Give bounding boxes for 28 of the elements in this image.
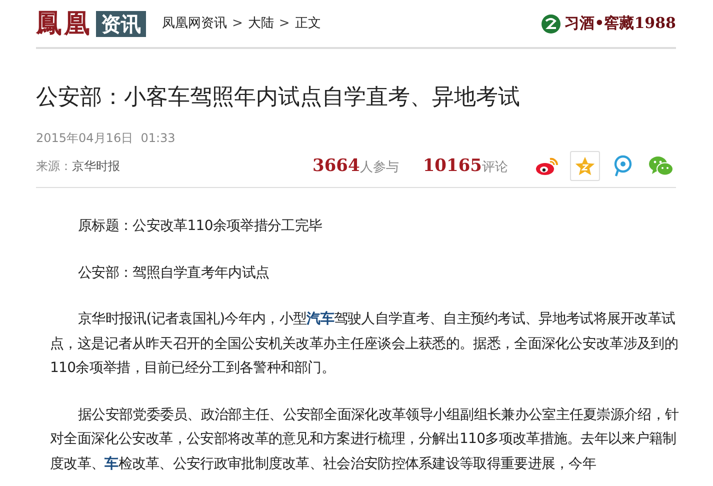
breadcrumb-link[interactable]: 凤凰网资讯: [162, 14, 227, 34]
count-label: 人参与: [360, 160, 399, 175]
article-title: 公安部：小客车驾照年内试点自学直考、异地考试: [36, 85, 521, 112]
ad-banner-text[interactable]: 习酒•窖藏1988: [564, 12, 676, 35]
publish-date: 2015年04月16日 01:33: [36, 130, 176, 148]
count-label: 评论: [482, 160, 508, 175]
source-label: 来源：: [36, 158, 72, 176]
speech-circle-icon: [613, 155, 633, 178]
breadcrumb-link[interactable]: 正文: [294, 14, 321, 34]
breadcrumb-separator: >: [278, 14, 290, 33]
source-link[interactable]: 京华时报: [72, 157, 120, 176]
logo-text[interactable]: 鳳凰: [36, 10, 92, 36]
article-paragraph: 京华时报讯(记者袁国礼)今年内，小型汽车驾驶人自学直考、自主预约考试、异地考试将展开改革试点，这是记者从昨天召开的全国公安机关改革办主任座谈会上获悉的。据悉，全面深化公安改革涉及到的110余项举措，目前已经分工到各警种和部门。: [50, 310, 679, 378]
count-number: 10165: [422, 156, 482, 176]
keyword-link[interactable]: 汽车: [306, 311, 334, 328]
article-paragraph: 据公安部党委委员、政治部主任、公安部全面深化改革领导小组副组长兼办公室主任夏崇源介绍，针对全面深化公安改革，公安部将改革的意见和方案进行梳理，分解出110多项改革措施。去年以来户籍制度改革、车检改革、公安行政审批制度改革、社会治安防控体系建设等取得重要进展，今年: [50, 406, 680, 474]
article-paragraph: 公安部：驾照自学直考年内试点: [77, 264, 270, 283]
logo-tag[interactable]: 资讯: [96, 10, 146, 36]
breadcrumb-separator: >: [232, 14, 243, 33]
star-icon: [574, 155, 596, 178]
count-number: 3664: [312, 156, 360, 176]
ad-logo-icon[interactable]: [540, 14, 561, 34]
article-paragraph: 原标题：公安改革110余项举措分工完毕: [77, 217, 324, 236]
breadcrumb-link[interactable]: 大陆: [248, 14, 274, 34]
weibo-icon: [535, 156, 559, 176]
keyword-link[interactable]: 车: [104, 456, 118, 472]
star-share-button[interactable]: [570, 151, 600, 182]
wechat-icon: [648, 155, 674, 178]
